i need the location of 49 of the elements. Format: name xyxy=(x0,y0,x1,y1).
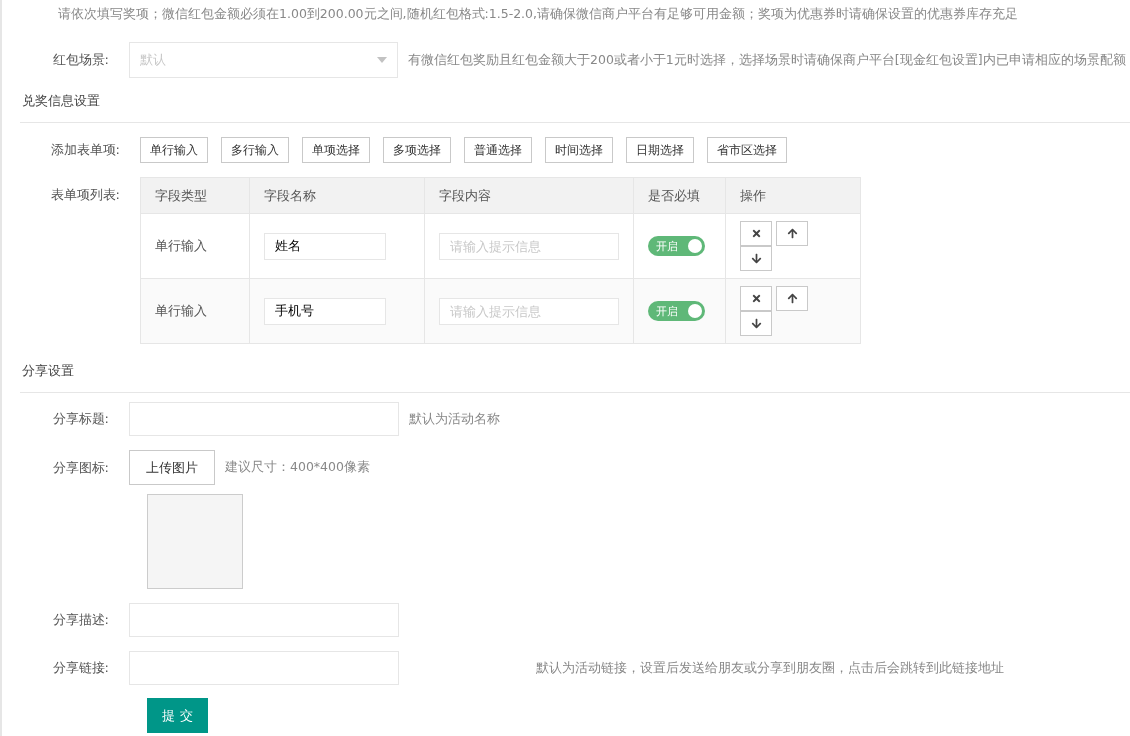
column-header: 操作 xyxy=(725,177,861,214)
field-label: 红包场景: xyxy=(51,51,110,69)
field-name-input[interactable]: 手机号 xyxy=(264,297,386,325)
column-header: 字段名称 xyxy=(249,177,425,214)
delete-button[interactable] xyxy=(740,286,772,311)
arrow-up-icon xyxy=(786,228,798,239)
arrow-up-icon xyxy=(786,293,798,304)
add-field-button[interactable]: 日期选择 xyxy=(626,137,694,163)
hint-text: 默认为活动链接，设置后发送给朋友或分享到朋友圈，点击后会跳转到此链接地址 xyxy=(536,659,1004,677)
add-field-button[interactable]: 省市区选择 xyxy=(707,137,787,163)
column-header: 字段类型 xyxy=(140,177,250,214)
add-field-button[interactable]: 单项选择 xyxy=(302,137,370,163)
notice-text: 请依次填写奖项；微信红包金额必须在1.00到200.00元之间,随机红包格式:1.5-2.0,请确保微信商户平台有足够可用金额；奖项为优惠券时请确保设置的优惠券库存充足 xyxy=(58,6,1019,22)
field-label: 分享描述: xyxy=(51,611,110,629)
close-icon xyxy=(750,228,762,239)
field-label: 分享标题: xyxy=(51,410,110,428)
add-field-button[interactable]: 时间选择 xyxy=(545,137,613,163)
upload-button[interactable]: 上传图片 xyxy=(129,450,215,485)
table-cell: 单行输入 xyxy=(140,278,250,344)
add-field-button[interactable]: 多项选择 xyxy=(383,137,451,163)
delete-button[interactable] xyxy=(740,221,772,246)
caret-icon xyxy=(377,57,387,63)
close-icon xyxy=(750,293,762,304)
hint-text: 建议尺寸：400*400像素 xyxy=(225,459,370,476)
move-up-button[interactable] xyxy=(776,221,808,246)
text-input[interactable] xyxy=(129,651,399,685)
arrow-down-icon xyxy=(750,253,762,264)
field-label: 添加表单项: xyxy=(49,141,121,159)
hint-text: 默认为活动名称 xyxy=(409,410,500,428)
field-label: 分享链接: xyxy=(51,659,110,677)
text-input[interactable] xyxy=(129,402,399,436)
column-header: 是否必填 xyxy=(633,177,726,214)
move-down-button[interactable] xyxy=(740,311,772,336)
move-down-button[interactable] xyxy=(740,246,772,271)
hint-text: 有微信红包奖励且红包金额大于200或者小于1元时选择，选择场景时请确保商户平台[现金红包设置]内已申请相应的场景配额 xyxy=(408,51,1126,69)
field-label: 分享图标: xyxy=(51,458,110,477)
add-field-button[interactable]: 多行输入 xyxy=(221,137,289,163)
text-input[interactable] xyxy=(129,603,399,637)
column-header: 字段内容 xyxy=(424,177,634,214)
field-label: 表单项列表: xyxy=(49,186,121,204)
add-field-button[interactable]: 普通选择 xyxy=(464,137,532,163)
submit-button[interactable]: 提 交 xyxy=(147,698,208,733)
table-cell: 单行输入 xyxy=(140,213,250,279)
add-field-button[interactable]: 单行输入 xyxy=(140,137,208,163)
section-title: 兑奖信息设置 xyxy=(20,78,1130,123)
move-up-button[interactable] xyxy=(776,286,808,311)
section-title: 分享设置 xyxy=(20,348,1130,393)
field-name-input[interactable]: 姓名 xyxy=(264,232,386,260)
arrow-down-icon xyxy=(750,318,762,329)
